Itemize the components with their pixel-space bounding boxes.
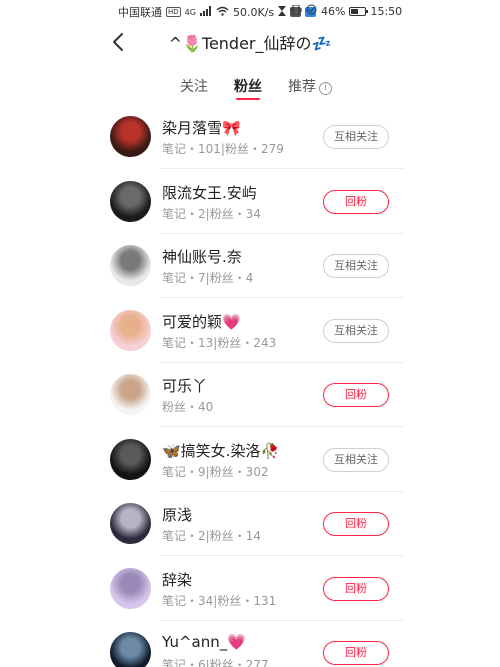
follower-name[interactable]: 辞染 [162, 569, 192, 590]
follow-back-button[interactable]: 回粉 [323, 641, 389, 665]
follower-row[interactable]: 神仙账号.奈笔记・7|粉丝・4 互相关注 [0, 234, 500, 298]
follower-stats: 笔记・34|粉丝・131 [162, 593, 277, 608]
follower-row[interactable]: 可乐丫粉丝・40 回粉 [0, 363, 500, 427]
follower-row[interactable]: 可爱的颖💗 笔记・13|粉丝・243 互相关注 [0, 299, 500, 363]
hourglass-icon [278, 5, 287, 19]
info-icon[interactable]: i [319, 82, 332, 95]
follower-row[interactable]: 限流女王.安屿笔记・2|粉丝・34 回粉 [0, 170, 500, 234]
tab-bar: 关注 粉丝 推荐 i [0, 76, 500, 102]
follower-name[interactable]: Yu^ann_💗 [162, 633, 246, 651]
follower-row[interactable]: 原浅笔记・2|粉丝・14 回粉 [0, 492, 500, 556]
follower-name[interactable]: 🦋搞笑女.染洛🥀 [162, 440, 279, 461]
follow-back-button[interactable]: 回粉 [323, 512, 389, 536]
avatar[interactable] [110, 567, 151, 609]
follower-stats: 笔记・2|粉丝・14 [162, 529, 261, 543]
status-right: 46% 15:50 [290, 4, 402, 18]
avatar[interactable] [110, 503, 151, 544]
follower-stats: 笔记・13|粉丝・243 [162, 335, 277, 350]
mutual-follow-button[interactable]: 互相关注 [323, 125, 389, 149]
avatar[interactable] [110, 632, 151, 667]
follower-stats: 笔记・101|粉丝・279 [162, 142, 284, 156]
network-speed: 50.0K/s [232, 5, 275, 19]
avatar[interactable] [110, 438, 151, 480]
follower-stats: 粉丝・40 [162, 400, 214, 414]
follow-back-button[interactable]: 回粉 [323, 383, 389, 407]
rotation-lock-icon [306, 4, 317, 18]
avatar[interactable] [110, 374, 151, 415]
follower-row[interactable]: Yu^ann_💗 笔记・6|粉丝・277 回粉 [0, 621, 500, 667]
mutual-follow-button[interactable]: 互相关注 [323, 447, 389, 472]
tab-followers[interactable]: 粉丝 [234, 76, 262, 96]
mutual-follow-button[interactable]: 互相关注 [323, 318, 389, 343]
mutual-follow-button[interactable]: 互相关注 [323, 254, 389, 278]
follow-back-button[interactable]: 回粉 [323, 576, 389, 601]
avatar[interactable] [110, 180, 151, 222]
page-title: ^🌷Tender_仙辞の💤 [168, 34, 332, 53]
wifi-icon [216, 6, 229, 19]
battery-icon [349, 6, 369, 16]
follower-stats: 笔记・7|粉丝・4 [162, 271, 254, 285]
follow-back-button[interactable]: 回粉 [323, 189, 389, 214]
vibrate-icon [290, 4, 302, 18]
avatar[interactable] [110, 116, 151, 157]
follower-row[interactable]: 辞染笔记・34|粉丝・131 回粉 [0, 557, 500, 621]
follower-row[interactable]: 染月落雪🎀 笔记・101|粉丝・279 互相关注 [0, 105, 500, 169]
hd-badge: HD [166, 7, 181, 17]
status-left: 中国联通 HD 4G 50.0K/s [118, 4, 317, 20]
tab-recommended-label: 推荐 [288, 79, 316, 95]
tab-recommended[interactable]: 推荐 i [288, 76, 332, 96]
tab-active-indicator [236, 98, 260, 100]
follower-stats: 笔记・2|粉丝・34 [162, 206, 261, 221]
follower-row[interactable]: 🦋搞笑女.染洛🥀 笔记・9|粉丝・302 互相关注 [0, 428, 500, 492]
avatar[interactable] [110, 309, 151, 351]
tab-following[interactable]: 关注 [180, 76, 208, 96]
battery-percent: 46% [321, 4, 346, 18]
signal-icon [199, 5, 212, 19]
follower-stats: 笔记・9|粉丝・302 [162, 464, 269, 479]
follower-name[interactable]: 可爱的颖💗 [162, 311, 241, 332]
status-bar: 中国联通 HD 4G 50.0K/s 46% 15:50 [0, 0, 500, 22]
network-label: 4G [184, 7, 196, 17]
follower-name[interactable]: 限流女王.安屿 [162, 182, 257, 203]
follower-stats: 笔记・6|粉丝・277 [162, 658, 269, 667]
carrier-label: 中国联通 [118, 6, 162, 19]
follower-name[interactable]: 染月落雪🎀 [162, 117, 241, 138]
follower-name[interactable]: 可乐丫 [162, 375, 207, 396]
follower-name[interactable]: 神仙账号.奈 [162, 246, 242, 267]
follower-name[interactable]: 原浅 [162, 504, 192, 525]
avatar[interactable] [110, 245, 151, 286]
clock: 15:50 [370, 4, 403, 18]
